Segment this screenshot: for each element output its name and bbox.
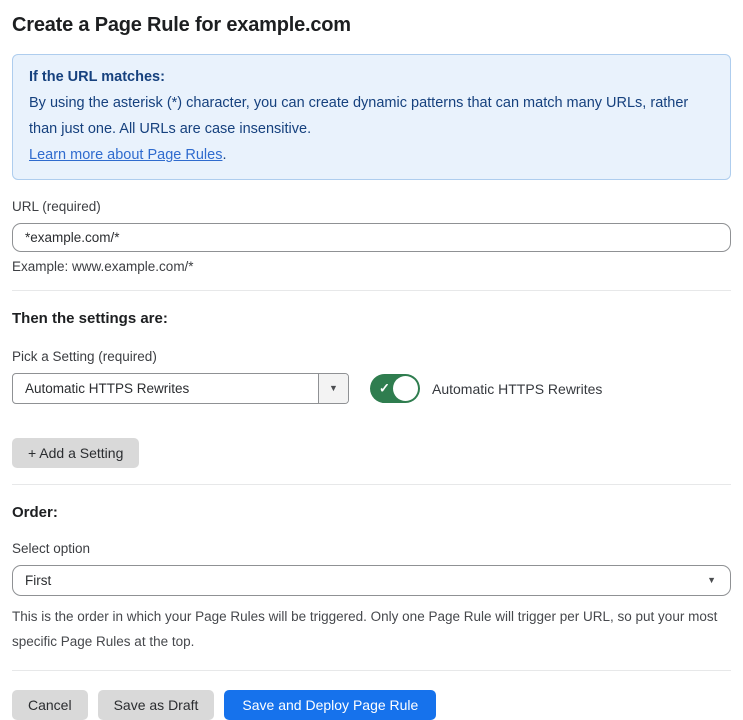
info-box-heading: If the URL matches: — [29, 69, 165, 85]
divider — [12, 290, 731, 291]
url-input[interactable] — [12, 223, 731, 252]
order-help-text: This is the order in which your Page Rul… — [12, 609, 718, 649]
divider — [12, 670, 731, 671]
footer-actions: Cancel Save as Draft Save and Deploy Pag… — [12, 690, 731, 720]
url-label: URL (required) — [12, 199, 101, 214]
url-example-helper: Example: www.example.com/* — [12, 259, 194, 274]
setting-select[interactable]: Automatic HTTPS Rewrites ▼ — [12, 373, 349, 404]
info-box-link-line: Learn more about Page Rules. — [29, 142, 714, 168]
setting-toggle[interactable]: ✓ — [370, 374, 420, 403]
setting-select-value: Automatic HTTPS Rewrites — [25, 381, 190, 396]
page-title: Create a Page Rule for example.com — [12, 14, 351, 36]
pick-setting-label: Pick a Setting (required) — [12, 349, 157, 364]
divider — [12, 484, 731, 485]
save-as-draft-button[interactable]: Save as Draft — [97, 690, 215, 720]
save-and-deploy-button[interactable]: Save and Deploy Page Rule — [224, 690, 437, 720]
check-icon: ✓ — [379, 380, 390, 396]
chevron-down-icon: ▼ — [707, 575, 716, 585]
info-box-body: By using the asterisk (*) character, you… — [29, 95, 689, 137]
order-select-label: Select option — [12, 541, 91, 556]
create-page-rule-form: Create a Page Rule for example.com If th… — [0, 14, 743, 720]
setting-row: Automatic HTTPS Rewrites ▼ ✓ Automatic H… — [12, 373, 731, 404]
cancel-button[interactable]: Cancel — [12, 690, 88, 720]
chevron-down-icon[interactable]: ▼ — [318, 374, 348, 403]
add-setting-button[interactable]: + Add a Setting — [12, 438, 140, 468]
link-period: . — [222, 147, 227, 163]
order-select-value: First — [25, 573, 52, 588]
setting-toggle-label: Automatic HTTPS Rewrites — [432, 380, 603, 397]
learn-more-page-rules-link[interactable]: Learn more about Page Rules — [29, 147, 222, 163]
settings-section-heading: Then the settings are: — [12, 310, 168, 327]
order-select[interactable]: First ▼ — [12, 565, 731, 596]
order-section-heading: Order: — [12, 504, 58, 521]
toggle-knob — [393, 376, 418, 401]
url-match-info-box: If the URL matches: By using the asteris… — [12, 54, 731, 180]
